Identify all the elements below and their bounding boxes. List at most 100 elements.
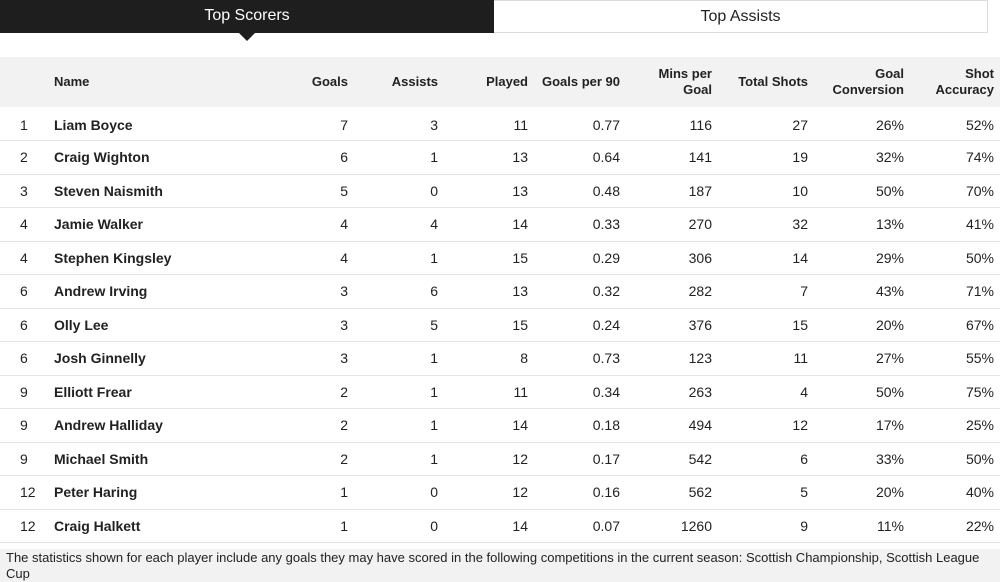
- mins-per-goal-cell: 1260: [680, 517, 712, 534]
- table-row: 12 Craig Halkett 1 0 14 0.07 1260 9 11% 22%: [0, 509, 1000, 543]
- goals-cell: 4: [340, 249, 348, 266]
- goals-per-90-cell: 0.16: [592, 484, 620, 501]
- goals-per-90-cell: 0.29: [592, 249, 620, 266]
- goals-cell: 2: [340, 417, 348, 434]
- goal-conversion-cell: 11%: [877, 517, 904, 534]
- assists-cell: 1: [430, 450, 438, 467]
- goals-cell: 1: [340, 484, 348, 501]
- total-shots-cell: 15: [792, 316, 808, 333]
- goal-conversion-cell: 50%: [875, 182, 904, 199]
- mins-per-goal-cell: 116: [689, 116, 712, 133]
- assists-cell: 1: [430, 249, 438, 266]
- shot-accuracy-cell: 52%: [965, 116, 994, 133]
- played-cell: 11: [513, 116, 528, 133]
- goal-conversion-cell: 27%: [875, 350, 904, 367]
- player-name[interactable]: Peter Haring: [48, 476, 248, 510]
- rank-cell: 6: [20, 283, 28, 300]
- played-cell: 12: [512, 450, 528, 467]
- goals-per-90-cell: 0.73: [592, 350, 620, 367]
- goals-cell: 7: [340, 116, 348, 133]
- table-row: 4 Stephen Kingsley 4 1 15 0.29 306 14 29% 50%: [0, 241, 1000, 275]
- goals-per-90-cell: 0.64: [592, 149, 620, 166]
- table-row: 9 Andrew Halliday 2 1 14 0.18 494 12 17% 25%: [0, 409, 1000, 443]
- assists-cell: 0: [430, 517, 438, 534]
- player-name[interactable]: Jamie Walker: [48, 208, 248, 242]
- mins-per-goal-cell: 306: [688, 249, 712, 266]
- total-shots-cell: 14: [792, 249, 808, 266]
- header-goals[interactable]: Goals: [248, 57, 354, 107]
- player-name[interactable]: Stephen Kingsley: [48, 241, 248, 275]
- goal-conversion-cell: 26%: [875, 116, 904, 133]
- goals-per-90-cell: 0.32: [592, 283, 620, 300]
- player-name[interactable]: Craig Wighton: [48, 141, 248, 175]
- player-name[interactable]: Olly Lee: [48, 308, 248, 342]
- header-assists[interactable]: Assists: [354, 57, 444, 107]
- rank-cell: 6: [20, 316, 28, 333]
- assists-cell: 1: [430, 149, 438, 166]
- table-row: 3 Steven Naismith 5 0 13 0.48 187 10 50% 70%: [0, 174, 1000, 208]
- played-cell: 13: [512, 182, 528, 199]
- shot-accuracy-cell: 55%: [965, 350, 994, 367]
- header-goal-conversion[interactable]: Goal Conversion: [814, 57, 910, 107]
- goals-per-90-cell: 0.33: [592, 216, 620, 233]
- header-shot-accuracy[interactable]: Shot Accuracy: [910, 57, 1000, 107]
- assists-cell: 0: [430, 182, 438, 199]
- total-shots-cell: 12: [792, 417, 808, 434]
- played-cell: 14: [512, 216, 528, 233]
- table-row: 1 Liam Boyce 7 3 11 0.77 116 27 26% 52%: [0, 107, 1000, 141]
- shot-accuracy-cell: 25%: [965, 417, 994, 434]
- goals-cell: 2: [340, 383, 348, 400]
- player-name[interactable]: Steven Naismith: [48, 174, 248, 208]
- rank-cell: 4: [20, 216, 28, 233]
- player-name[interactable]: Andrew Irving: [48, 275, 248, 309]
- tab-top-assists[interactable]: Top Assists: [494, 0, 988, 33]
- mins-per-goal-cell: 123: [688, 350, 712, 367]
- goal-conversion-cell: 29%: [875, 249, 904, 266]
- header-rank: [0, 57, 48, 107]
- goals-cell: 3: [340, 350, 348, 367]
- goals-per-90-cell: 0.24: [592, 316, 620, 333]
- header-mins-per-goal[interactable]: Mins per Goal: [626, 57, 718, 107]
- header-goals-per-90[interactable]: Goals per 90: [534, 57, 626, 107]
- total-shots-cell: 19: [792, 149, 808, 166]
- goal-conversion-cell: 50%: [875, 383, 904, 400]
- assists-cell: 4: [430, 216, 438, 233]
- header-played[interactable]: Played: [444, 57, 534, 107]
- shot-accuracy-cell: 22%: [965, 517, 994, 534]
- shot-accuracy-cell: 40%: [965, 484, 994, 501]
- player-name[interactable]: Liam Boyce: [48, 107, 248, 141]
- header-name[interactable]: Name: [48, 57, 248, 107]
- table-row: 12 Peter Haring 1 0 12 0.16 562 5 20% 40%: [0, 476, 1000, 510]
- rank-cell: 3: [20, 182, 28, 199]
- mins-per-goal-cell: 542: [688, 450, 712, 467]
- assists-cell: 1: [430, 417, 438, 434]
- header-total-shots[interactable]: Total Shots: [718, 57, 814, 107]
- player-name[interactable]: Josh Ginnelly: [48, 342, 248, 376]
- played-cell: 15: [512, 249, 528, 266]
- goals-cell: 6: [340, 149, 348, 166]
- player-name[interactable]: Elliott Frear: [48, 375, 248, 409]
- goal-conversion-cell: 43%: [875, 283, 904, 300]
- goals-cell: 2: [340, 450, 348, 467]
- total-shots-cell: 6: [800, 450, 808, 467]
- played-cell: 12: [512, 484, 528, 501]
- goals-per-90-cell: 0.48: [592, 182, 620, 199]
- shot-accuracy-cell: 75%: [965, 383, 994, 400]
- played-cell: 11: [513, 383, 528, 400]
- rank-cell: 6: [20, 350, 28, 367]
- mins-per-goal-cell: 187: [688, 182, 712, 199]
- total-shots-cell: 7: [800, 283, 808, 300]
- goals-per-90-cell: 0.17: [592, 450, 620, 467]
- total-shots-cell: 10: [792, 182, 808, 199]
- table-row: 4 Jamie Walker 4 4 14 0.33 270 32 13% 41%: [0, 208, 1000, 242]
- mins-per-goal-cell: 141: [688, 149, 712, 166]
- shot-accuracy-cell: 41%: [965, 216, 994, 233]
- tab-top-scorers[interactable]: Top Scorers: [0, 0, 494, 41]
- player-name[interactable]: Andrew Halliday: [48, 409, 248, 443]
- shot-accuracy-cell: 67%: [965, 316, 994, 333]
- mins-per-goal-cell: 376: [688, 316, 712, 333]
- table-body: 1 Liam Boyce 7 3 11 0.77 116 27 26% 52% 2 Craig Wig…: [0, 107, 1000, 543]
- player-name[interactable]: Michael Smith: [48, 442, 248, 476]
- rank-cell: 2: [20, 149, 28, 166]
- player-name[interactable]: Craig Halkett: [48, 509, 248, 543]
